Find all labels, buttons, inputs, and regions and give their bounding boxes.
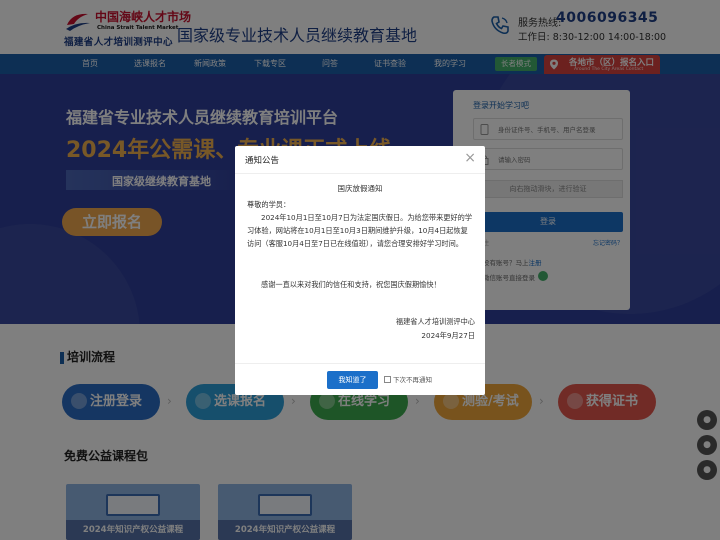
acknowledge-button[interactable]: 我知道了 <box>327 371 378 389</box>
close-icon[interactable]: × <box>464 151 476 165</box>
notice-heading: 国庆放假通知 <box>337 184 383 193</box>
notice-greeting: 尊敬的学员： <box>247 200 291 209</box>
dialog-footer: 我知道了 下次不再通知 <box>235 363 485 395</box>
dont-show-label[interactable]: 下次不再通知 <box>393 374 432 384</box>
dialog-header: 通知公告 × <box>235 146 485 174</box>
notice-dialog: 通知公告 × 国庆放假通知 尊敬的学员： 2024年10月1日至10月7日为法定… <box>235 146 485 395</box>
dialog-body: 国庆放假通知 尊敬的学员： 2024年10月1日至10月7日为法定国庆假日。为给… <box>235 174 485 362</box>
notice-body: 2024年10月1日至10月7日为法定国庆假日。为给您带来更好的学习体验，网站将… <box>247 213 473 248</box>
notice-thanks: 感谢一直以来对我们的信任和支持，祝您国庆假期愉快！ <box>261 280 441 289</box>
dont-show-checkbox[interactable] <box>384 376 391 383</box>
dialog-title: 通知公告 <box>245 156 280 166</box>
notice-date: 2024年9月27日 <box>421 331 475 340</box>
notice-signature: 福建省人才培训测评中心 <box>395 317 475 326</box>
